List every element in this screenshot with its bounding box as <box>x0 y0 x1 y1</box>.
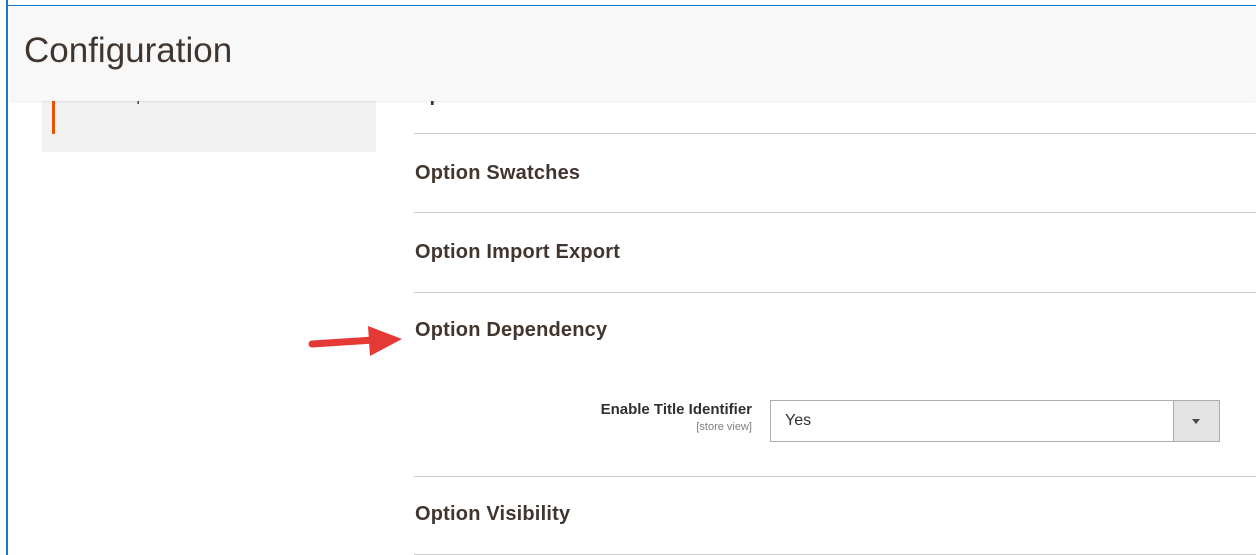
select-value: Yes <box>785 412 812 429</box>
section-title: Option Visibility <box>415 503 571 525</box>
page-header: Configuration <box>10 7 1256 101</box>
frame-left-border <box>0 0 8 555</box>
section-title: Option Import Export <box>415 241 621 263</box>
field-label-text: Enable Title Identifier <box>600 401 752 418</box>
section-option-dependency: Option Dependency Enable Title Identifie… <box>414 293 1256 477</box>
field-label-enable-title-identifier: Enable Title Identifier [store view] <box>512 401 752 433</box>
arrow-right-icon <box>308 326 402 356</box>
page-title: Configuration <box>24 31 233 70</box>
select-toggle[interactable] <box>1173 401 1219 441</box>
section-option-swatches[interactable]: Option Swatches <box>414 134 1256 213</box>
section-option-import-export[interactable]: Option Import Export <box>414 213 1256 293</box>
section-title[interactable]: Option Dependency <box>415 319 607 342</box>
enable-title-identifier-select[interactable]: Yes <box>770 400 1220 442</box>
section-option-visibility[interactable]: Option Visibility <box>414 477 1256 555</box>
field-scope: [store view] <box>696 421 752 433</box>
chevron-down-icon <box>1192 419 1200 424</box>
section-title: Option Swatches <box>415 162 581 184</box>
